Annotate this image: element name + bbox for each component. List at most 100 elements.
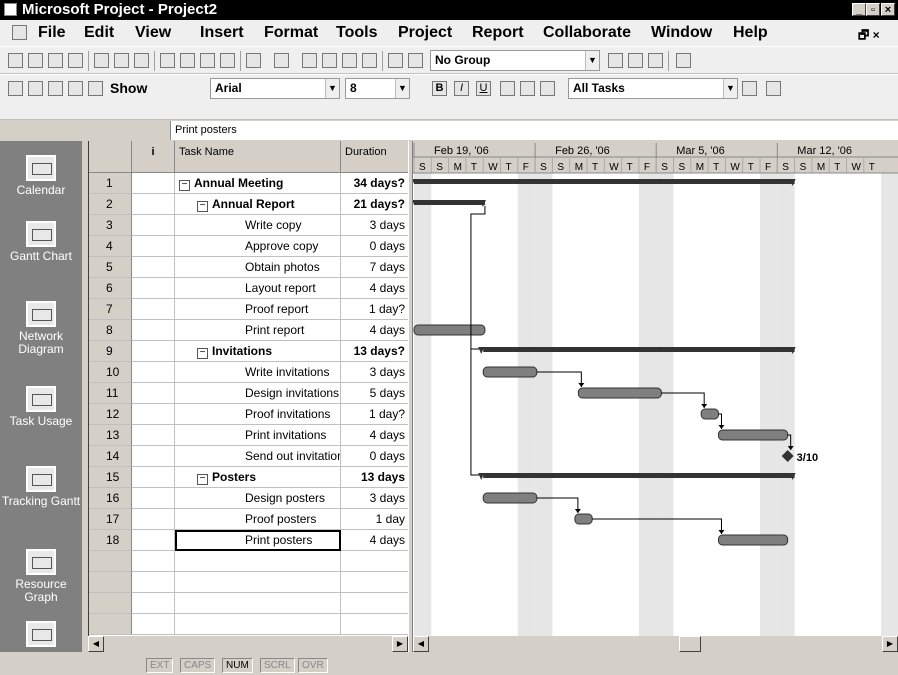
- paste-icon[interactable]: [200, 53, 215, 68]
- zoom-out-icon[interactable]: [628, 53, 643, 68]
- row-number[interactable]: 15: [89, 467, 132, 488]
- indicator-cell[interactable]: [132, 404, 175, 425]
- table-row[interactable]: 8 Print report 4 days: [89, 320, 409, 341]
- duration-cell[interactable]: 21 days?: [341, 194, 409, 215]
- menu-view[interactable]: View: [135, 24, 171, 42]
- menu-project[interactable]: Project: [398, 24, 452, 42]
- table-row[interactable]: 4 Approve copy 0 days: [89, 236, 409, 257]
- print-preview-icon[interactable]: [114, 53, 129, 68]
- copy-icon[interactable]: [180, 53, 195, 68]
- duration-cell[interactable]: 1 day?: [341, 299, 409, 320]
- chevron-down-icon[interactable]: ▼: [585, 51, 599, 70]
- row-number[interactable]: 3: [89, 215, 132, 236]
- table-row[interactable]: 15 − Posters 13 days: [89, 467, 409, 488]
- table-row[interactable]: 14 Send out invitations 0 days: [89, 446, 409, 467]
- menu-edit[interactable]: Edit: [84, 24, 114, 42]
- duration-cell[interactable]: 4 days: [341, 278, 409, 299]
- indicator-cell[interactable]: [132, 509, 175, 530]
- close-button[interactable]: ×: [881, 3, 895, 16]
- save-icon[interactable]: [48, 53, 63, 68]
- chevron-down-icon[interactable]: ▼: [395, 79, 409, 98]
- scroll-to-task-icon[interactable]: [648, 53, 663, 68]
- autofilter-icon[interactable]: [742, 81, 757, 96]
- duration-cell[interactable]: 13 days: [341, 467, 409, 488]
- view-tracking-gantt[interactable]: Tracking Gantt: [0, 466, 82, 508]
- duration-cell[interactable]: 3 days: [341, 362, 409, 383]
- filter-select[interactable]: All Tasks ▼: [568, 78, 738, 99]
- indicator-cell[interactable]: [132, 341, 175, 362]
- indicator-cell[interactable]: [132, 530, 175, 551]
- help-icon[interactable]: [676, 53, 691, 68]
- task-name-cell[interactable]: [175, 593, 341, 614]
- task-name-cell[interactable]: − Annual Meeting: [175, 173, 341, 194]
- indicator-cell[interactable]: [132, 467, 175, 488]
- row-number[interactable]: 8: [89, 320, 132, 341]
- unlink-tasks-icon[interactable]: [342, 53, 357, 68]
- redo-icon[interactable]: [274, 53, 289, 68]
- table-hscrollbar[interactable]: ◀ ▶: [88, 636, 408, 652]
- duration-cell[interactable]: 0 days: [341, 236, 409, 257]
- scroll-right-button[interactable]: ▶: [392, 636, 408, 652]
- row-number[interactable]: 4: [89, 236, 132, 257]
- task-name-cell[interactable]: Proof invitations: [175, 404, 341, 425]
- font-select[interactable]: Arial ▼: [210, 78, 340, 99]
- indicator-cell[interactable]: [132, 446, 175, 467]
- font-size-select[interactable]: 8 ▼: [345, 78, 410, 99]
- task-name-cell[interactable]: − Posters: [175, 467, 341, 488]
- zoom-in-icon[interactable]: [608, 53, 623, 68]
- align-right-icon[interactable]: [540, 81, 555, 96]
- duration-cell[interactable]: [341, 551, 409, 572]
- collapse-icon[interactable]: −: [197, 348, 208, 359]
- table-row[interactable]: 18 Print posters 4 days: [89, 530, 409, 551]
- row-number[interactable]: 7: [89, 299, 132, 320]
- chart-hscrollbar[interactable]: ◀ ▶: [413, 636, 898, 652]
- row-number[interactable]: 2: [89, 194, 132, 215]
- menu-format[interactable]: Format: [264, 24, 318, 42]
- task-name-cell[interactable]: [175, 551, 341, 572]
- table-row[interactable]: 17 Proof posters 1 day: [89, 509, 409, 530]
- indent-icon[interactable]: [28, 81, 43, 96]
- scroll-thumb[interactable]: [679, 636, 701, 652]
- table-row[interactable]: 16 Design posters 3 days: [89, 488, 409, 509]
- indicator-cell[interactable]: [132, 320, 175, 341]
- outdent-icon[interactable]: [8, 81, 23, 96]
- indicator-cell[interactable]: [132, 383, 175, 404]
- indicator-cell[interactable]: [132, 593, 175, 614]
- row-number[interactable]: [89, 614, 132, 635]
- align-left-icon[interactable]: [500, 81, 515, 96]
- task-name-header[interactable]: Task Name: [175, 141, 341, 173]
- scroll-left-button[interactable]: ◀: [88, 636, 104, 652]
- cut-icon[interactable]: [160, 53, 175, 68]
- indicator-cell[interactable]: [132, 299, 175, 320]
- duration-cell[interactable]: 1 day?: [341, 404, 409, 425]
- scroll-right-button[interactable]: ▶: [882, 636, 898, 652]
- indicators-header[interactable]: i: [132, 141, 175, 173]
- indicator-cell[interactable]: [132, 257, 175, 278]
- task-name-cell[interactable]: Design posters: [175, 488, 341, 509]
- row-number[interactable]: 13: [89, 425, 132, 446]
- table-row[interactable]: 13 Print invitations 4 days: [89, 425, 409, 446]
- duration-cell[interactable]: 4 days: [341, 530, 409, 551]
- undo-icon[interactable]: [246, 53, 261, 68]
- table-row[interactable]: 12 Proof invitations 1 day?: [89, 404, 409, 425]
- menu-tools[interactable]: Tools: [336, 24, 377, 42]
- duration-cell[interactable]: [341, 593, 409, 614]
- duration-cell[interactable]: 4 days: [341, 425, 409, 446]
- split-task-icon[interactable]: [362, 53, 377, 68]
- indicator-cell[interactable]: [132, 236, 175, 257]
- duration-cell[interactable]: 3 days: [341, 488, 409, 509]
- indicator-cell[interactable]: [132, 215, 175, 236]
- task-name-cell[interactable]: Write copy: [175, 215, 341, 236]
- duration-cell[interactable]: [341, 572, 409, 593]
- table-row[interactable]: 11 Design invitations 5 days: [89, 383, 409, 404]
- indicator-cell[interactable]: [132, 425, 175, 446]
- assign-icon[interactable]: [88, 81, 103, 96]
- select-all-corner[interactable]: [89, 141, 132, 173]
- bold-icon[interactable]: B: [432, 81, 447, 96]
- print-icon[interactable]: [94, 53, 109, 68]
- entry-field[interactable]: Print posters: [170, 121, 898, 140]
- menu-file[interactable]: File: [38, 24, 66, 42]
- group-select[interactable]: No Group ▼: [430, 50, 600, 71]
- empty-row[interactable]: [89, 614, 409, 635]
- indicator-cell[interactable]: [132, 488, 175, 509]
